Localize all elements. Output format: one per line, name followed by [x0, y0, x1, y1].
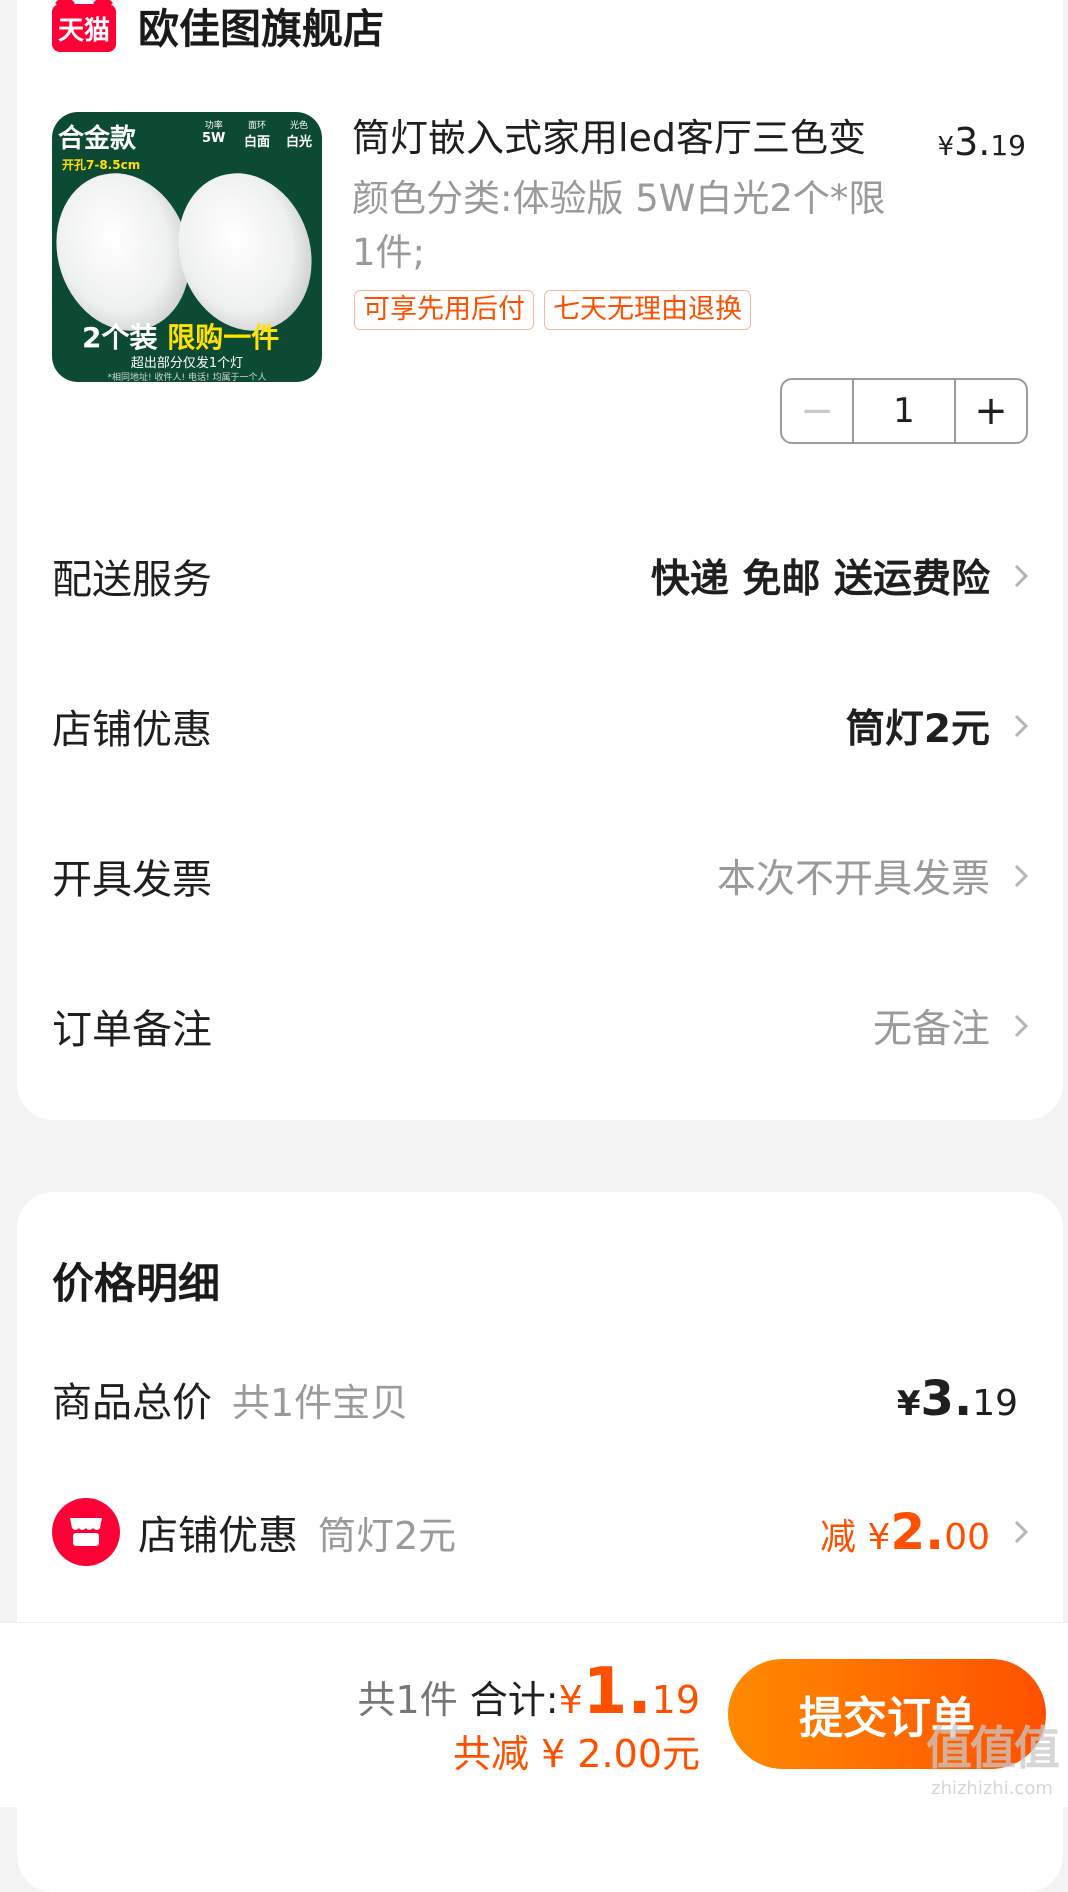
- image-fine-print: *相同地址! 收件人! 电话! 均属于一个人: [107, 373, 267, 382]
- watermark: 值值值 zhizhizhi.com: [926, 1721, 1060, 1799]
- delivery-row[interactable]: 配送服务 快递 免邮 送运费险: [52, 536, 1034, 616]
- image-spec: 功率 5W: [202, 121, 226, 146]
- tag-pay-later: 可享先用后付: [354, 290, 534, 330]
- checkout-bar: 共1件 合计:¥1.19 共减 ¥ 2.00元 提交订单 值值值 zhizhiz…: [0, 1622, 1068, 1807]
- order-note-value: 无备注: [872, 1007, 990, 1052]
- product-title[interactable]: 筒灯嵌入式家用led客厅三色变: [352, 114, 866, 162]
- increase-button[interactable]: +: [956, 380, 1026, 442]
- image-pack: 2个装 限购一件: [82, 321, 280, 354]
- store-discount-row[interactable]: 店铺优惠 筒灯2元: [52, 686, 1034, 766]
- shop-discount-amount: 减 ¥2.00: [820, 1503, 990, 1561]
- shop-discount-name: 筒灯2元: [318, 1513, 457, 1558]
- store-discount-value: 筒灯2元: [845, 707, 990, 752]
- image-title: 合金款: [58, 124, 137, 154]
- invoice-label: 开具发票: [52, 857, 212, 903]
- chevron-right-icon: [1014, 1014, 1029, 1038]
- shop-discount-row[interactable]: 店铺优惠 筒灯2元 减 ¥2.00: [52, 1498, 1034, 1566]
- tag-seven-day-return: 七天无理由退换: [544, 290, 751, 330]
- goods-total-amount: ¥3.19: [896, 1371, 1018, 1427]
- product-sku: 颜色分类:体验版 5W白光2个*限1件;: [352, 177, 886, 274]
- invoice-row[interactable]: 开具发票 本次不开具发票: [52, 836, 1034, 916]
- chevron-right-icon: [1014, 864, 1029, 888]
- shop-icon: [52, 1498, 120, 1566]
- product-price: ¥3.19: [937, 120, 1026, 164]
- decrease-button[interactable]: −: [782, 380, 852, 442]
- price-detail-title: 价格明细: [52, 1259, 221, 1308]
- order-note-row[interactable]: 订单备注 无备注: [52, 986, 1034, 1066]
- chevron-right-icon: [1014, 564, 1029, 588]
- image-spec: 面环 白面: [244, 121, 271, 150]
- image-spec: 光色 白光: [286, 121, 313, 150]
- image-hole-size: 开孔7-8.5cm: [62, 158, 141, 172]
- tmall-logo-text: 天猫: [57, 15, 110, 46]
- goods-count: 共1件宝贝: [232, 1380, 409, 1425]
- total-label: 合计:: [469, 1678, 559, 1722]
- total-saved: 共减 ¥ 2.00元: [453, 1732, 700, 1776]
- shop-discount-label: 店铺优惠: [138, 1513, 298, 1559]
- delivery-value: 快递 免邮 送运费险: [650, 557, 990, 602]
- invoice-value: 本次不开具发票: [716, 857, 990, 902]
- tmall-logo: 天猫: [52, 0, 116, 52]
- service-tags: 可享先用后付 七天无理由退换: [354, 290, 751, 330]
- quantity-value[interactable]: 1: [852, 380, 956, 442]
- store-name[interactable]: 欧佳图旗舰店: [138, 4, 384, 54]
- goods-total-label: 商品总价: [52, 1380, 212, 1426]
- quantity-stepper: − 1 +: [780, 378, 1028, 444]
- chevron-right-icon: [1014, 1520, 1029, 1544]
- image-note: 超出部分仅发1个灯: [130, 356, 244, 371]
- order-note-label: 订单备注: [52, 1007, 212, 1053]
- total-amount: ¥1.19: [558, 1655, 700, 1729]
- chevron-right-icon: [1014, 714, 1029, 738]
- total-summary: 共1件 合计:¥1.19: [358, 1655, 700, 1729]
- product-image[interactable]: 合金款 开孔7-8.5cm 功率 5W 面环 白面 光色 白光 2个装 限购一件…: [52, 112, 322, 382]
- store-discount-label: 店铺优惠: [52, 707, 212, 753]
- item-count: 共1件: [357, 1678, 458, 1722]
- delivery-label: 配送服务: [52, 557, 212, 603]
- goods-total-row: 商品总价 共1件宝贝 ¥3.19: [52, 1370, 1018, 1428]
